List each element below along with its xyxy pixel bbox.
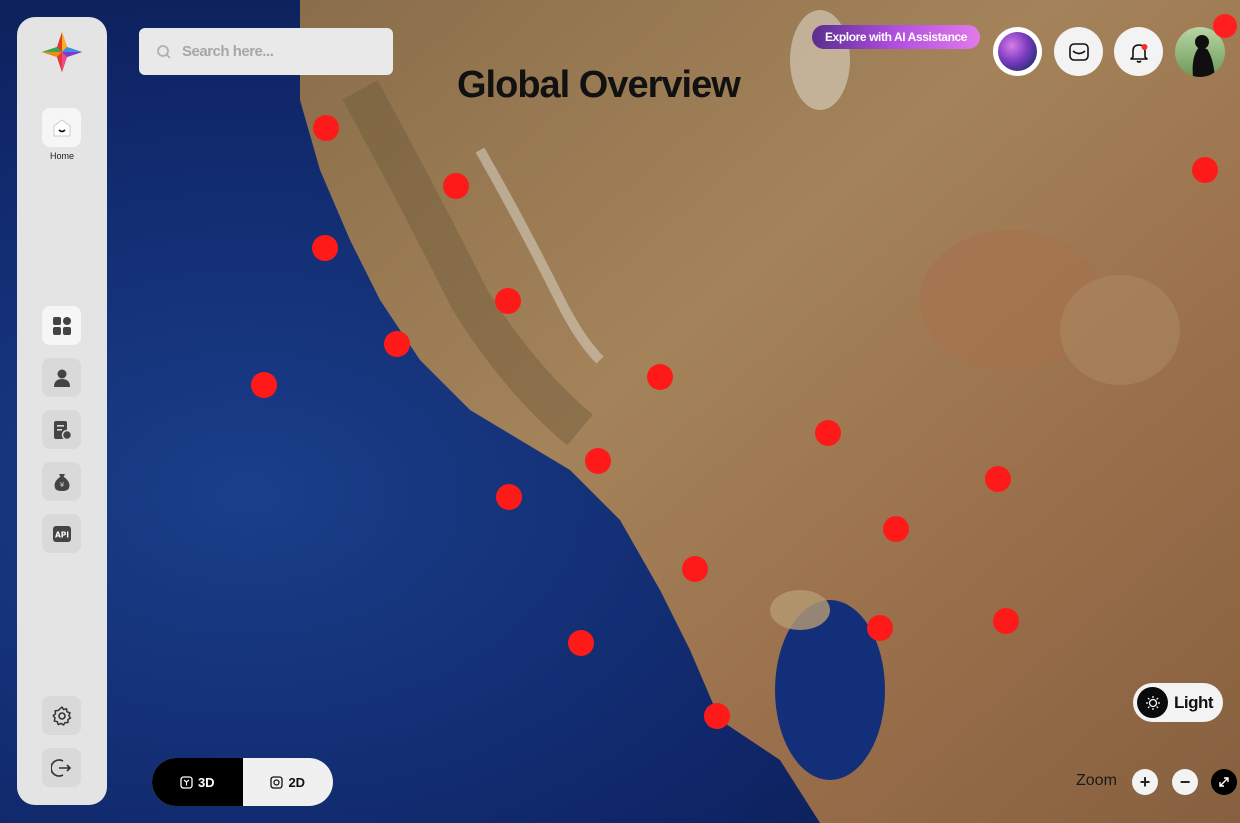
- user-icon: [53, 369, 70, 387]
- satellite-map[interactable]: [0, 0, 1240, 823]
- view-2d-button[interactable]: 2D: [243, 758, 334, 806]
- map-marker[interactable]: [313, 115, 339, 141]
- cube-3d-icon: [180, 775, 193, 789]
- map-marker[interactable]: [1192, 157, 1218, 183]
- sidebar-item-home-label: Home: [49, 151, 74, 161]
- map-marker[interactable]: [682, 556, 708, 582]
- page-title: Global Overview: [457, 64, 741, 106]
- view-3d-button[interactable]: 3D: [152, 758, 243, 806]
- home-icon: [53, 118, 70, 136]
- avatar-status-badge: [1213, 14, 1237, 38]
- report-icon: [53, 420, 72, 440]
- search-bar: [139, 28, 393, 75]
- sidebar-item-users[interactable]: [42, 358, 81, 397]
- map-marker[interactable]: [384, 331, 410, 357]
- map-marker[interactable]: [985, 466, 1011, 492]
- map-marker[interactable]: [251, 372, 277, 398]
- map-marker[interactable]: [312, 235, 338, 261]
- sidebar: Home ¥ API: [17, 17, 107, 805]
- dashboard-icon: [52, 316, 71, 335]
- map-marker[interactable]: [993, 608, 1019, 634]
- map-marker[interactable]: [867, 615, 893, 641]
- bell-icon: [1129, 43, 1148, 63]
- svg-text:API: API: [54, 530, 68, 539]
- map-marker[interactable]: [568, 630, 594, 656]
- fullscreen-button[interactable]: [1211, 769, 1237, 795]
- map-marker[interactable]: [647, 364, 673, 390]
- map-marker[interactable]: [585, 448, 611, 474]
- ai-orb-icon: [998, 32, 1037, 71]
- sidebar-item-reports[interactable]: [42, 410, 81, 449]
- api-icon: API: [52, 525, 71, 542]
- square-2d-icon: [270, 775, 284, 789]
- sidebar-item-home[interactable]: [42, 108, 81, 147]
- ai-assistance-button[interactable]: Explore with AI Assistance: [812, 25, 980, 49]
- zoom-out-button[interactable]: −: [1172, 769, 1198, 795]
- sidebar-item-api[interactable]: API: [42, 514, 81, 553]
- theme-toggle[interactable]: Light: [1133, 683, 1223, 722]
- search-icon: [157, 44, 171, 59]
- theme-toggle-knob: [1137, 687, 1168, 718]
- sidebar-item-dashboard[interactable]: [42, 306, 81, 345]
- sidebar-item-logout[interactable]: [42, 748, 81, 787]
- inbox-icon: [1068, 42, 1089, 61]
- app-logo-icon[interactable]: [40, 30, 84, 74]
- expand-icon: [1219, 777, 1229, 787]
- map-marker[interactable]: [815, 420, 841, 446]
- svg-text:¥: ¥: [59, 481, 64, 489]
- notifications-button[interactable]: [1114, 27, 1163, 76]
- view-2d-label: 2D: [288, 774, 306, 790]
- search-input[interactable]: [180, 42, 384, 61]
- sidebar-item-finance[interactable]: ¥: [42, 462, 81, 501]
- map-marker[interactable]: [495, 288, 521, 314]
- view-mode-toggle: 3D 2D: [152, 758, 333, 806]
- inbox-button[interactable]: [1054, 27, 1103, 76]
- sidebar-item-settings[interactable]: [42, 696, 81, 735]
- map-imagery: [0, 0, 1240, 823]
- map-marker[interactable]: [704, 703, 730, 729]
- settings-icon: [51, 705, 71, 726]
- map-marker[interactable]: [443, 173, 469, 199]
- zoom-in-button[interactable]: +: [1132, 769, 1158, 795]
- logout-icon: [50, 758, 71, 777]
- sun-icon: [1145, 695, 1160, 710]
- money-bag-icon: ¥: [54, 473, 69, 491]
- view-3d-label: 3D: [197, 774, 215, 790]
- map-marker[interactable]: [883, 516, 909, 542]
- ai-orb-button[interactable]: [993, 27, 1042, 76]
- theme-toggle-label: Light: [1174, 692, 1214, 712]
- map-marker[interactable]: [496, 484, 522, 510]
- zoom-label: Zoom: [1076, 772, 1117, 789]
